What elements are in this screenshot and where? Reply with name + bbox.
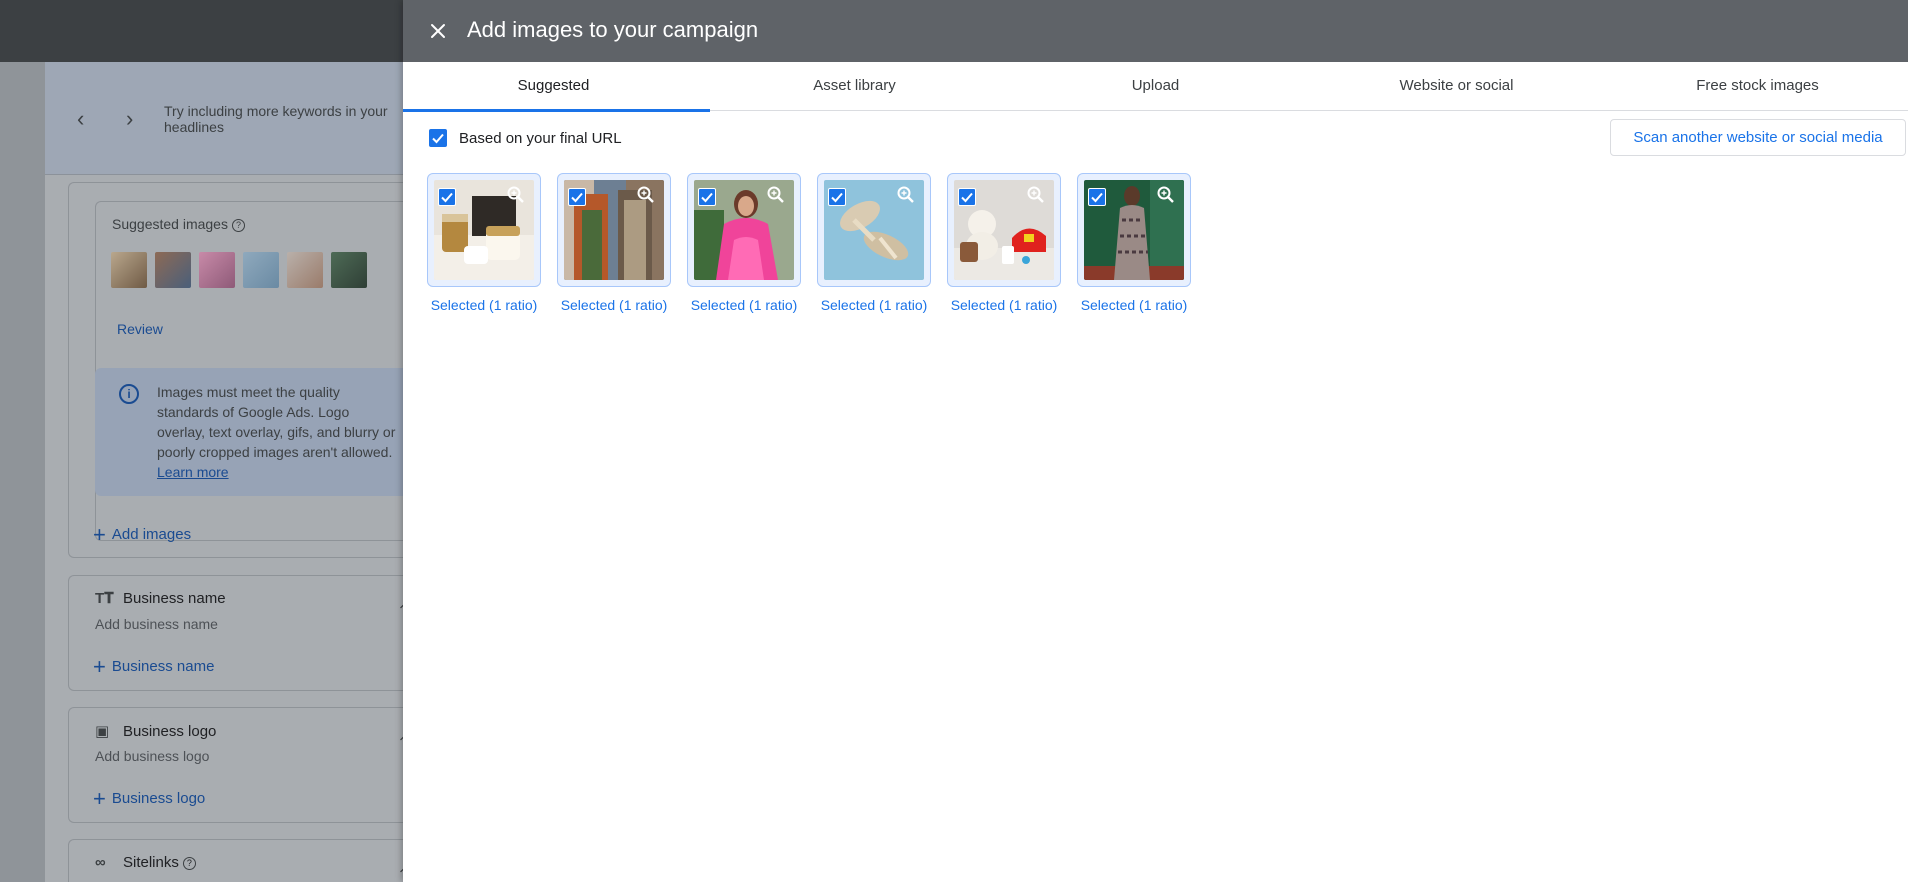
thumbnail (155, 252, 191, 288)
image-select-checkbox[interactable] (698, 188, 716, 206)
image-frame[interactable] (557, 173, 671, 287)
tab-suggested[interactable]: Suggested (403, 62, 710, 112)
zoom-icon[interactable] (896, 185, 916, 205)
image-grid: Selected (1 ratio) Selected (1 ratio) Se… (427, 173, 1191, 313)
image-icon: ▣ (95, 723, 110, 740)
text-format-icon: T𝐓 (95, 590, 114, 607)
final-url-option: Based on your final URL (429, 128, 622, 148)
sitelinks-card: ∞Sitelinks? ⌃ (68, 839, 409, 882)
review-link[interactable]: Review (117, 321, 163, 337)
image-select-checkbox[interactable] (958, 188, 976, 206)
suggested-thumbnails (111, 252, 367, 288)
business-logo-placeholder: Add business logo (95, 748, 210, 764)
image-frame[interactable] (687, 173, 801, 287)
final-url-checkbox[interactable] (429, 129, 447, 147)
add-business-logo-link[interactable]: + Business logo (93, 786, 205, 812)
plus-icon: + (93, 654, 106, 679)
chevron-right-icon[interactable]: › (126, 108, 133, 130)
image-frame[interactable] (817, 173, 931, 287)
zoom-icon[interactable] (766, 185, 786, 205)
headline-hint-panel: ‹ › Try including more keywords in your … (45, 62, 405, 175)
dialog-header: Add images to your campaign (403, 0, 1908, 62)
zoom-icon[interactable] (1026, 185, 1046, 205)
images-card: Suggested images? Review i Images must m… (68, 182, 406, 558)
plus-icon: + (93, 786, 106, 811)
scan-website-button[interactable]: Scan another website or social media (1610, 119, 1906, 156)
image-frame[interactable] (1077, 173, 1191, 287)
business-name-card: T𝐓 Business name Add business name + Busin… (68, 575, 409, 691)
sitelinks-title: ∞ Sitelinks? (95, 854, 196, 871)
thumbnail (111, 252, 147, 288)
image-frame[interactable] (947, 173, 1061, 287)
zoom-icon[interactable] (1156, 185, 1176, 205)
info-icon: i (119, 384, 139, 404)
add-images-dialog: Add images to your campaign Suggested As… (403, 0, 1908, 882)
add-business-name-link[interactable]: + Business name (93, 654, 214, 680)
business-name-title: T𝐓 Business name (95, 590, 226, 607)
zoom-icon[interactable] (506, 185, 526, 205)
thumbnail (287, 252, 323, 288)
image-select-checkbox[interactable] (438, 188, 456, 206)
image-tile[interactable]: Selected (1 ratio) (1077, 173, 1191, 313)
info-text: Images must meet the quality standards o… (157, 384, 396, 480)
tab-free-stock-images[interactable]: Free stock images (1607, 62, 1908, 111)
tile-selection-label[interactable]: Selected (1 ratio) (817, 297, 931, 313)
image-tile[interactable]: Selected (1 ratio) (557, 173, 671, 313)
tile-selection-label[interactable]: Selected (1 ratio) (1077, 297, 1191, 313)
close-icon[interactable] (421, 14, 455, 48)
tile-selection-label[interactable]: Selected (1 ratio) (947, 297, 1061, 313)
image-tile[interactable]: Selected (1 ratio) (817, 173, 931, 313)
thumbnail (199, 252, 235, 288)
plus-icon: + (93, 522, 106, 547)
tab-bar: Suggested Asset library Upload Website o… (403, 62, 1908, 112)
image-select-checkbox[interactable] (568, 188, 586, 206)
learn-more-link[interactable]: Learn more (157, 464, 229, 480)
image-tile[interactable]: Selected (1 ratio) (687, 173, 801, 313)
background-left-rail (0, 62, 45, 882)
business-logo-title: ▣ Business logo (95, 723, 217, 740)
business-name-placeholder: Add business name (95, 616, 218, 632)
tab-asset-library[interactable]: Asset library (704, 62, 1005, 111)
thumbnail (243, 252, 279, 288)
tab-upload[interactable]: Upload (1005, 62, 1306, 111)
link-icon: ∞ (95, 854, 106, 871)
tile-selection-label[interactable]: Selected (1 ratio) (687, 297, 801, 313)
dialog-title: Add images to your campaign (467, 17, 759, 42)
tile-selection-label[interactable]: Selected (1 ratio) (427, 297, 541, 313)
suggested-images-title: Suggested images? (112, 216, 245, 232)
final-url-label: Based on your final URL (459, 129, 622, 147)
help-icon[interactable]: ? (231, 219, 245, 232)
image-policy-info-box: i Images must meet the quality standards… (95, 368, 406, 496)
hint-text: Try including more keywords in your head… (164, 103, 388, 135)
image-tile[interactable]: Selected (1 ratio) (947, 173, 1061, 313)
image-frame[interactable] (427, 173, 541, 287)
zoom-icon[interactable] (636, 185, 656, 205)
thumbnail (331, 252, 367, 288)
image-select-checkbox[interactable] (828, 188, 846, 206)
chevron-left-icon[interactable]: ‹ (77, 108, 84, 130)
add-images-link[interactable]: + Add images (93, 522, 191, 548)
business-logo-card: ▣ Business logo Add business logo + Busine… (68, 707, 409, 823)
help-icon[interactable]: ? (182, 857, 196, 870)
image-select-checkbox[interactable] (1088, 188, 1106, 206)
image-tile[interactable]: Selected (1 ratio) (427, 173, 541, 313)
tab-website-or-social[interactable]: Website or social (1306, 62, 1607, 111)
tile-selection-label[interactable]: Selected (1 ratio) (557, 297, 671, 313)
